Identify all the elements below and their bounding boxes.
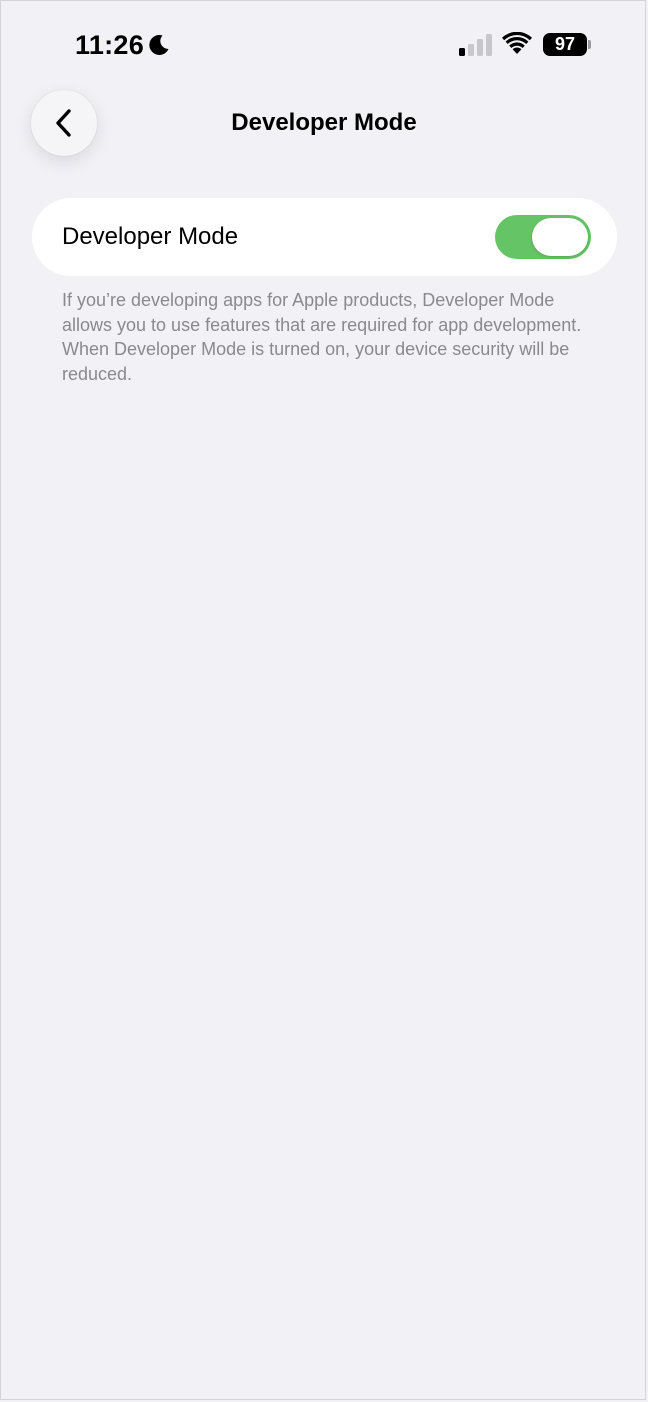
developer-mode-footer: If you’re developing apps for Apple prod… xyxy=(62,290,582,384)
status-time: 11:26 xyxy=(75,30,145,60)
moon-icon xyxy=(149,34,169,55)
cellular-signal-icon xyxy=(459,34,492,56)
developer-mode-card: Developer Mode xyxy=(32,198,617,276)
toggle-knob xyxy=(532,218,588,256)
developer-mode-label: Developer Mode xyxy=(62,223,239,250)
status-bar: 11:26 97 xyxy=(0,0,648,90)
battery-tip xyxy=(588,40,591,49)
battery-indicator: 97 xyxy=(543,33,587,56)
page-title: Developer Mode xyxy=(231,109,417,136)
developer-mode-toggle[interactable] xyxy=(495,215,591,259)
wifi-icon xyxy=(502,32,532,54)
